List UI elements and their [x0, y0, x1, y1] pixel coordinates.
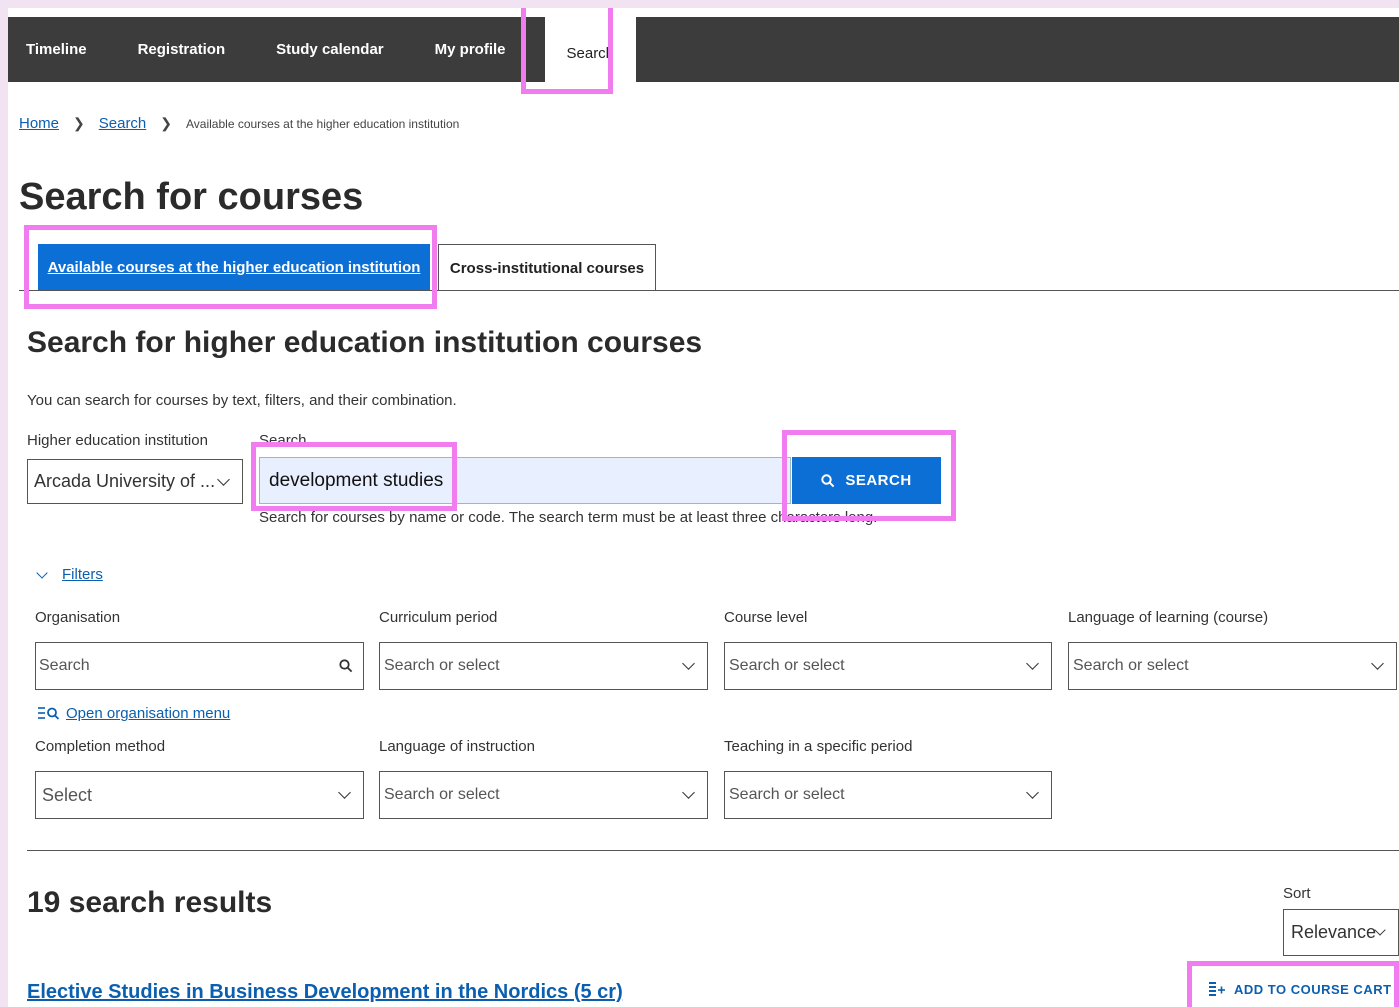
- nav-my-profile[interactable]: My profile: [409, 17, 531, 82]
- organisation-search-input[interactable]: Search: [35, 642, 364, 690]
- institution-value: Arcada University of ...: [34, 471, 216, 491]
- chevron-down-icon: [1371, 657, 1384, 670]
- search-input[interactable]: development studies: [259, 457, 791, 504]
- page-title: Search for courses: [19, 176, 364, 218]
- nav-registration[interactable]: Registration: [112, 17, 251, 82]
- organisation-label: Organisation: [35, 609, 121, 626]
- chevron-down-icon: [1374, 924, 1386, 936]
- filters-toggle[interactable]: Filters: [36, 566, 103, 583]
- section-title: Search for higher education institution …: [27, 326, 703, 359]
- nav-study-calendar[interactable]: Study calendar: [250, 17, 409, 82]
- breadcrumb-separator-icon: ❯: [73, 115, 85, 131]
- search-icon: [339, 659, 353, 673]
- language-learning-label: Language of learning (course): [1068, 609, 1269, 626]
- course-level-placeholder: Search or select: [729, 657, 845, 674]
- top-navigation: Timeline Registration Study calendar My …: [8, 17, 1399, 90]
- sort-select[interactable]: Relevance: [1283, 909, 1399, 956]
- search-icon: [821, 473, 835, 487]
- breadcrumb-current: Available courses at the higher educatio…: [186, 116, 460, 131]
- nav-search[interactable]: Search: [544, 17, 637, 90]
- chevron-down-icon: [682, 657, 695, 670]
- language-learning-select[interactable]: Search or select: [1068, 642, 1397, 690]
- tabs-divider: [19, 290, 1399, 291]
- chevron-down-icon: [1026, 657, 1039, 670]
- course-level-label: Course level: [724, 609, 808, 626]
- chevron-down-icon: [682, 786, 695, 799]
- teaching-period-label: Teaching in a specific period: [724, 738, 913, 755]
- completion-method-label: Completion method: [35, 738, 166, 755]
- breadcrumb: Home ❯ Search ❯ Available courses at the…: [19, 115, 459, 132]
- chevron-down-icon: [1026, 786, 1039, 799]
- open-organisation-menu-link[interactable]: Open organisation menu: [38, 705, 230, 722]
- completion-method-placeholder: Select: [42, 784, 93, 805]
- course-level-select[interactable]: Search or select: [724, 642, 1052, 690]
- search-button[interactable]: SEARCH: [792, 457, 941, 504]
- breadcrumb-separator-icon: ❯: [160, 115, 173, 131]
- page: Timeline Registration Study calendar My …: [8, 8, 1399, 1007]
- language-instruction-label: Language of instruction: [379, 738, 535, 755]
- breadcrumb-home[interactable]: Home: [19, 115, 59, 132]
- course-result-link[interactable]: Elective Studies in Business Development…: [27, 981, 623, 1004]
- breadcrumb-search[interactable]: Search: [99, 115, 147, 132]
- sort-label: Sort: [1283, 885, 1311, 902]
- nav-timeline[interactable]: Timeline: [8, 17, 112, 82]
- chevron-down-icon: [338, 786, 351, 799]
- organisation-menu-icon: [38, 706, 60, 720]
- search-button-label: SEARCH: [845, 472, 912, 489]
- organisation-placeholder: Search: [39, 657, 90, 674]
- institution-select[interactable]: Arcada University of ...: [27, 459, 243, 504]
- language-learning-placeholder: Search or select: [1073, 657, 1189, 674]
- section-description: You can search for courses by text, filt…: [27, 392, 457, 409]
- open-organisation-menu-label: Open organisation menu: [66, 705, 231, 722]
- tab-available-courses[interactable]: Available courses at the higher educatio…: [38, 244, 430, 290]
- teaching-period-placeholder: Search or select: [729, 786, 845, 803]
- filters-label: Filters: [62, 566, 103, 583]
- sort-value: Relevance: [1291, 922, 1377, 942]
- results-divider: [27, 850, 1399, 851]
- search-help-text: Search for courses by name or code. The …: [259, 509, 878, 526]
- results-count-title: 19 search results: [27, 886, 273, 919]
- add-to-course-cart-button[interactable]: ADD TO COURSE CART: [1208, 977, 1392, 1001]
- tab-cross-institutional[interactable]: Cross-institutional courses: [438, 244, 656, 291]
- chevron-down-icon: [36, 566, 48, 579]
- completion-method-select[interactable]: Select: [35, 771, 364, 819]
- cart-add-icon: [1209, 982, 1225, 996]
- curriculum-period-label: Curriculum period: [379, 609, 498, 626]
- chevron-down-icon: [217, 472, 230, 486]
- language-instruction-placeholder: Search or select: [384, 786, 500, 803]
- institution-label: Higher education institution: [27, 432, 208, 449]
- search-label: Search: [259, 432, 307, 449]
- language-instruction-select[interactable]: Search or select: [379, 771, 708, 819]
- curriculum-period-select[interactable]: Search or select: [379, 642, 708, 690]
- add-to-course-cart-label: ADD TO COURSE CART: [1234, 981, 1392, 997]
- teaching-period-select[interactable]: Search or select: [724, 771, 1052, 819]
- curriculum-period-placeholder: Search or select: [384, 657, 500, 674]
